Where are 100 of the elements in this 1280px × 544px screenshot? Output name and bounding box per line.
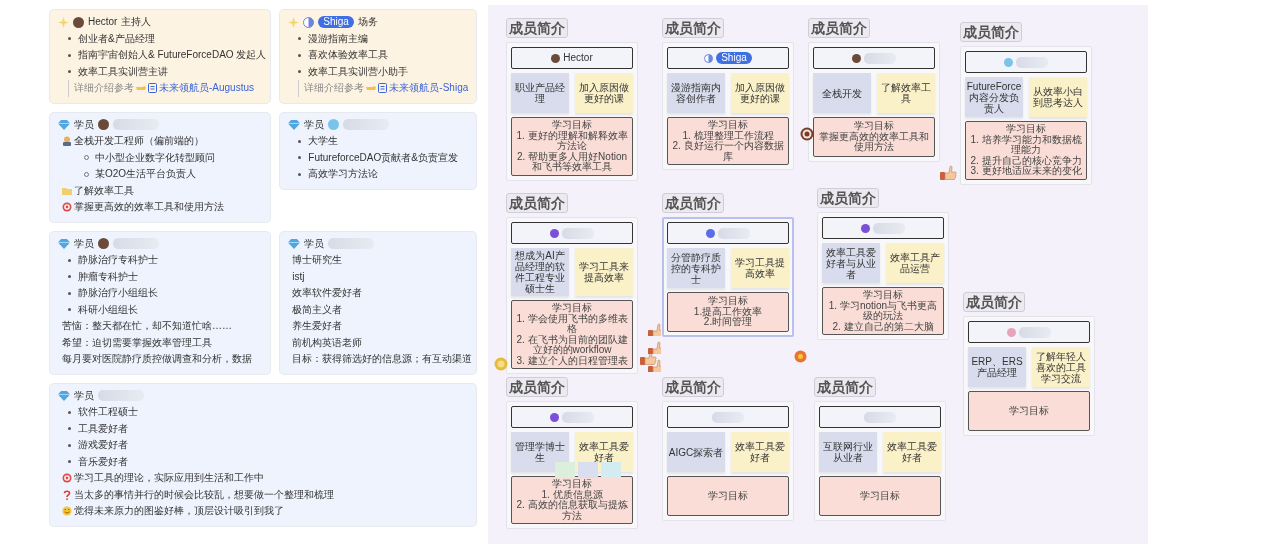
user-name[interactable]: Hector — [563, 52, 593, 64]
goal-text: 2. 提升自己的核心竞争力 — [970, 155, 1082, 166]
user-name[interactable]: Shiga — [318, 16, 354, 29]
avatar-icon — [98, 238, 109, 250]
avatar-icon — [852, 53, 861, 63]
bullet-dot — [68, 258, 71, 262]
role-sticky: FutureForce内容分发负责人 — [965, 77, 1023, 117]
list-item-text: 前机构英语老师 — [292, 335, 363, 350]
role-sticky: 想成为AI产品经理的软件工程专业硕士生 — [511, 248, 569, 296]
list-item-text: 效率工具实训营主讲 — [78, 64, 168, 79]
bullet-dot — [298, 156, 302, 160]
blurred-name — [113, 119, 159, 131]
goal-text: 3. 更好地适应未来的变化 — [970, 166, 1082, 177]
bullet-dot — [298, 37, 302, 41]
document-link[interactable]: 未来领航员-Augustus — [148, 80, 255, 97]
question-mark-icon — [62, 489, 72, 500]
list-item-text: 极简主义者 — [292, 302, 343, 317]
role-sticky: 管理学博士生 — [511, 432, 569, 472]
avatar-icon — [328, 119, 340, 131]
role-label: 学员 — [74, 388, 94, 403]
goal-text: 2.时间管理 — [703, 317, 753, 328]
list-item-text: 养生爱好者 — [292, 319, 343, 333]
user-name[interactable]: Hector — [88, 16, 118, 29]
avatar-icon — [551, 53, 561, 63]
frame-title: 成员简介 — [960, 22, 1022, 42]
blurred-name — [1016, 56, 1048, 68]
list-item-text: 当太多的事情并行的时候会比较乱，想要做一个整理和梳理 — [74, 487, 334, 502]
list-item-text: 希望：迫切需要掌握效率管理工具 — [62, 335, 212, 350]
goal-text: 学习目标 — [1009, 405, 1049, 417]
reason-sticky: 了解效率工具 — [877, 73, 935, 113]
role-label: 学员 — [304, 117, 325, 132]
role-sticky: 效率工具爱好者与从业者 — [822, 243, 880, 283]
list-item-text: 效率工具实训营小助手 — [308, 64, 409, 79]
list-item-text: 每月要对医院静疗质控做调查和分析，数据 — [62, 352, 252, 366]
bullet-dot — [68, 460, 71, 464]
reason-sticky: 了解年轻人喜欢的工具学习交流 — [1032, 347, 1090, 387]
role-sticky: 互联网行业从业者 — [819, 432, 877, 472]
blurred-name — [1019, 326, 1051, 338]
list-item-text: 工具爱好者 — [78, 421, 128, 436]
list-item-text: 觉得未来原力的图鉴好棒，顶层设计吸引到我了 — [74, 504, 284, 518]
list-item-text: FutureforceDAO贡献者&负责宣发 — [308, 150, 458, 165]
avatar-icon — [706, 228, 715, 238]
list-item-text: 喜欢体验效率工具 — [308, 48, 389, 62]
list-item-text: 学习工具的理论，实际应用到生活和工作中 — [74, 471, 264, 485]
role-sticky: ERP、ERS产品经理 — [968, 347, 1026, 387]
reason-sticky: 加入原因做更好的课 — [731, 73, 789, 113]
bullet-dot — [298, 70, 302, 74]
goal-text: 2. 高效的信息获取与提炼方法 — [515, 500, 629, 521]
goal-text: 学习目标 — [863, 290, 903, 301]
role-label: 场务 — [357, 15, 378, 29]
list-item-text: 音乐爱好者 — [78, 454, 128, 469]
list-item-text: 游戏爱好者 — [78, 438, 128, 452]
goal-text: 2. 建立自己的第二大脑 — [832, 321, 934, 332]
sparkle-icon — [58, 16, 69, 28]
goal-text: 学习目标 — [708, 296, 748, 307]
goal-text: 学习目标 — [708, 120, 748, 130]
list-item-text: 中小型企业数字化转型顾问 — [95, 150, 215, 165]
goal-text: 学习目标 — [552, 120, 592, 130]
frame-title: 成员简介 — [506, 18, 568, 38]
list-item-text: 肿瘤专科护士 — [78, 269, 138, 284]
blurred-name — [328, 238, 375, 250]
reason-sticky: 学习工具来提高效率 — [575, 248, 633, 296]
blurred-name — [864, 52, 896, 64]
reason-sticky: 效率工具爱好者 — [731, 432, 789, 472]
role-label: 学员 — [304, 236, 325, 251]
list-item-text: 某O2O生活平台负责人 — [95, 167, 197, 181]
bullet-dot — [298, 172, 302, 176]
blurred-name — [712, 411, 744, 423]
document-link[interactable]: 未来领航员-Shiga — [378, 80, 469, 97]
blurred-name — [864, 411, 896, 423]
goal-text: 学习目标 — [860, 490, 900, 502]
avatar-icon — [303, 16, 315, 28]
bullet-dot — [68, 291, 71, 295]
goal-text: 2. 帮助更多人用好Notion和飞书等效率工具 — [516, 151, 628, 173]
thumbs-up-icon — [940, 165, 957, 181]
avatar-icon — [1004, 57, 1013, 67]
diamond-icon — [288, 119, 301, 130]
goal-text: 1.提高工作效率 — [693, 306, 763, 318]
list-item-text: 效率软件爱好者 — [292, 286, 363, 300]
list-item-text: 软件工程硕士 — [78, 405, 138, 419]
list-item-text: 静脉治疗小组组长 — [78, 286, 158, 300]
list-item-text: 创业者&产品经理 — [78, 31, 155, 46]
blurred-name — [98, 390, 144, 402]
bullet-dot — [68, 275, 71, 279]
goal-text: 学习目标 — [552, 479, 592, 489]
goal-text: 2. 在飞书为目前的团队建立好的的workflow — [515, 334, 629, 356]
avatar-icon — [1007, 327, 1016, 337]
frame-title: 成员简介 — [506, 377, 568, 397]
bullet-dot — [298, 53, 302, 57]
avatar-icon — [550, 412, 559, 422]
goal-text: 掌握更高效的效率工具和使用方法 — [818, 131, 930, 153]
list-item-text: 全栈开发工程师（偏前端的） — [74, 134, 204, 148]
list-item-text: 目标：获得筛选好的信息源；有互动渠道 — [292, 352, 473, 366]
role-sticky: AIGC探索者 — [667, 432, 725, 472]
diamond-icon — [58, 119, 70, 130]
frame-title: 成员简介 — [963, 292, 1025, 312]
reference-text: 详细介绍参考 — [74, 81, 134, 95]
user-name[interactable]: Shiga — [716, 52, 752, 64]
blurred-name — [113, 238, 159, 250]
role-sticky: 分管静疗质控的专科护士 — [667, 248, 725, 288]
